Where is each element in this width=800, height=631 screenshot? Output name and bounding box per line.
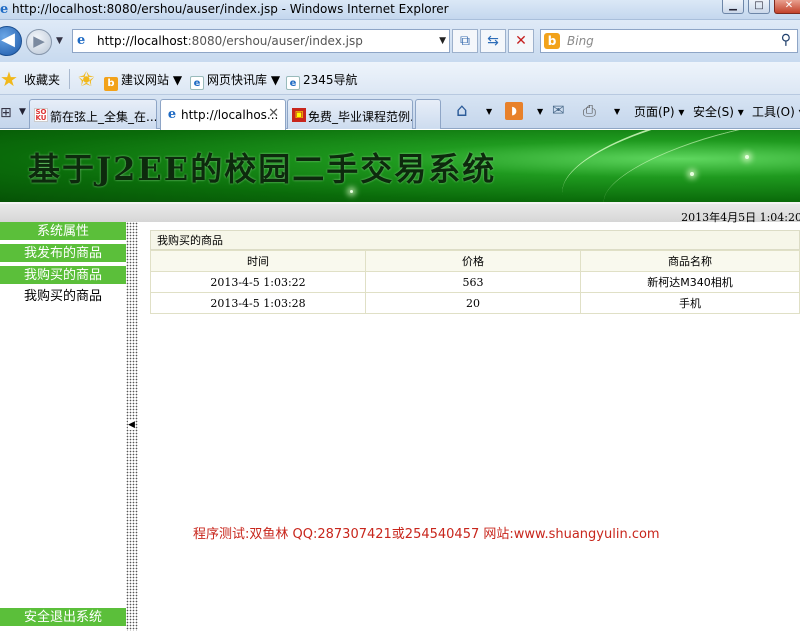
- column-header-item-name: 商品名称: [580, 250, 800, 272]
- close-button[interactable]: ✕: [774, 0, 800, 14]
- back-button[interactable]: ◀: [0, 26, 22, 56]
- compatibility-view-icon[interactable]: ⧉: [452, 29, 478, 53]
- search-icon[interactable]: ⚲: [781, 32, 791, 48]
- web-slice-gallery-link[interactable]: e 网页快讯库 ▼: [190, 71, 280, 90]
- menu-system-properties[interactable]: 系统属性: [0, 222, 126, 241]
- home-dropdown-icon[interactable]: ▼: [486, 107, 492, 116]
- submenu-my-purchased-items[interactable]: 我购买的商品: [0, 287, 126, 307]
- tab-localhost[interactable]: e http://localhos... ✕: [160, 99, 286, 130]
- ie-page-icon: e: [190, 76, 204, 90]
- maximize-button[interactable]: □: [748, 0, 770, 14]
- banner-sparkle: [690, 172, 694, 176]
- tab-list-dropdown-icon[interactable]: ▼: [19, 107, 26, 117]
- current-date: 2013年4月5日 1:04:20: [681, 211, 800, 224]
- feeds-dropdown-icon[interactable]: ▼: [537, 107, 543, 116]
- print-icon[interactable]: ⎙: [583, 101, 596, 121]
- rss-feeds-icon[interactable]: ◗: [505, 102, 523, 120]
- sidebar: 系统属性 我发布的商品 我购买的商品 我购买的商品 安全退出系统: [0, 222, 126, 631]
- table-row: 2013-4-5 1:03:22 563 新柯达M340相机: [150, 271, 800, 293]
- banner-sparkle: [350, 190, 353, 193]
- purchased-items-table: 时间 价格 商品名称 2013-4-5 1:03:22 563 新柯达M340相…: [150, 250, 800, 314]
- ie-page-icon: e: [286, 76, 300, 90]
- bing-icon: b: [104, 77, 118, 91]
- quick-tabs-icon[interactable]: ⊞: [0, 105, 12, 121]
- print-dropdown-icon[interactable]: ▼: [614, 107, 620, 116]
- ie-logo-icon: e: [0, 2, 9, 17]
- soku-icon: SO KU: [34, 108, 48, 122]
- safety-menu[interactable]: 安全(S) ▾: [693, 103, 744, 120]
- menu-my-published-items[interactable]: 我发布的商品: [0, 244, 126, 263]
- tab-free-course[interactable]: ▣ 免费_毕业课程范例...: [287, 99, 413, 129]
- ie-page-icon: e: [167, 107, 177, 122]
- nav-2345-link[interactable]: e 2345导航: [286, 71, 358, 90]
- window-title: http://localhost:8080/ershou/auser/index…: [12, 2, 449, 16]
- divider: [69, 69, 70, 89]
- minimize-button[interactable]: ▁: [722, 0, 744, 14]
- new-tab-button[interactable]: [415, 99, 441, 129]
- tab-soku[interactable]: SO KU 箭在弦上_全集_在...: [29, 99, 157, 129]
- refresh-icon[interactable]: ⇆: [480, 29, 506, 53]
- column-header-time: 时间: [150, 250, 366, 272]
- collapse-sidebar-icon[interactable]: ◀: [128, 420, 135, 430]
- search-placeholder: Bing: [567, 34, 594, 48]
- table-header-row: 时间 价格 商品名称: [150, 250, 800, 272]
- address-field[interactable]: e http://localhost:8080/ershou/auser/ind…: [72, 29, 450, 53]
- banner-sparkle: [745, 155, 749, 159]
- site-favicon-icon: ▣: [292, 108, 306, 122]
- bing-logo-icon: b: [544, 33, 560, 49]
- cell-time: 2013-4-5 1:03:22: [150, 271, 366, 293]
- site-title: 基于J2EE的校园二手交易系统: [28, 150, 497, 188]
- cell-item-name: 新柯达M340相机: [580, 271, 800, 293]
- favorites-bar: ★ 收藏夹 ✬ b 建议网站 ▼ e 网页快讯库 ▼ e 2345导航: [0, 62, 800, 95]
- favorites-star-icon[interactable]: ★: [0, 67, 18, 91]
- table-row: 2013-4-5 1:03:28 20 手机: [150, 292, 800, 314]
- cell-item-name: 手机: [580, 292, 800, 314]
- title-bar: e http://localhost:8080/ershou/auser/ind…: [0, 0, 800, 20]
- address-dropdown-icon[interactable]: ▼: [439, 36, 446, 46]
- site-banner: 基于J2EE的校园二手交易系统: [0, 130, 800, 202]
- ie-window: e http://localhost:8080/ershou/auser/ind…: [0, 0, 800, 631]
- page-icon: e: [77, 33, 86, 48]
- menu-my-purchased-items[interactable]: 我购买的商品: [0, 266, 126, 285]
- add-to-favorites-icon[interactable]: ✬: [78, 67, 95, 91]
- mail-icon[interactable]: ✉: [552, 101, 565, 119]
- table-title: 我购买的商品: [150, 230, 800, 250]
- developer-credit: 程序测试:双鱼林 QQ:287307421或254540457 网站:www.s…: [193, 527, 660, 542]
- close-tab-icon[interactable]: ✕: [268, 106, 279, 121]
- cell-time: 2013-4-5 1:03:28: [150, 292, 366, 314]
- favorites-button[interactable]: 收藏夹: [24, 71, 60, 88]
- cell-price: 20: [365, 292, 581, 314]
- web-page: 基于J2EE的校园二手交易系统 2013年4月5日 1:04:20 系统属性 我…: [0, 130, 800, 631]
- url-text: http://localhost:8080/ershou/auser/index…: [97, 34, 363, 48]
- tab-bar: ⊞ ▼ SO KU 箭在弦上_全集_在... e http://localhos.…: [0, 95, 800, 130]
- forward-button[interactable]: ▶: [26, 29, 52, 55]
- search-box[interactable]: b Bing ⚲: [540, 29, 798, 53]
- home-icon[interactable]: ⌂: [456, 100, 467, 121]
- column-header-price: 价格: [365, 250, 581, 272]
- date-bar: 2013年4月5日 1:04:20: [0, 202, 800, 224]
- cell-price: 563: [365, 271, 581, 293]
- page-menu[interactable]: 页面(P) ▾: [634, 103, 684, 120]
- tools-menu[interactable]: 工具(O) ▾: [752, 103, 800, 120]
- stop-icon[interactable]: ✕: [508, 29, 534, 53]
- recent-pages-dropdown-icon[interactable]: ▼: [56, 36, 63, 46]
- suggested-sites-link[interactable]: b 建议网站 ▼: [104, 71, 182, 91]
- logout-button[interactable]: 安全退出系统: [0, 608, 126, 627]
- address-toolbar: ◀ ▶ ▼ e http://localhost:8080/ershou/aus…: [0, 20, 800, 62]
